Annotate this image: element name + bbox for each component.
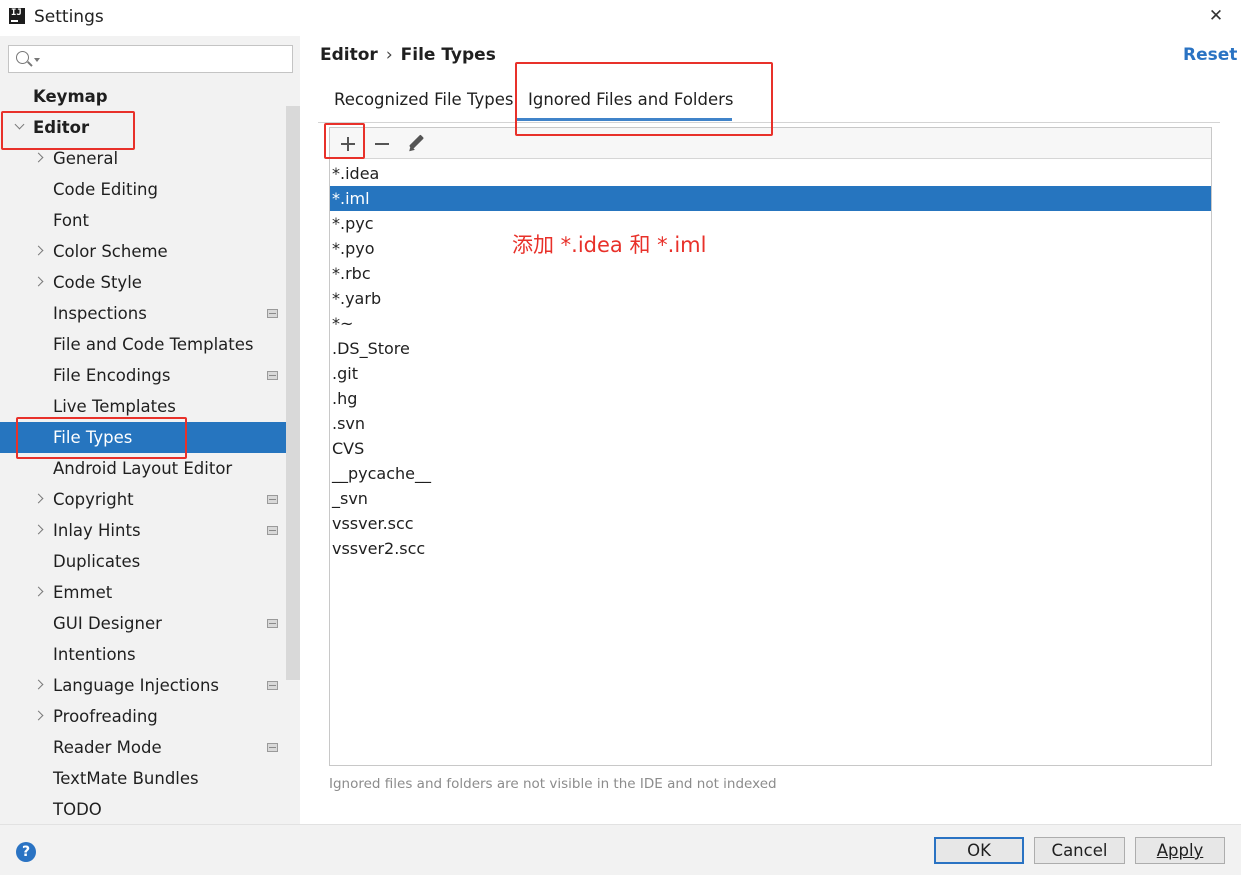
list-item[interactable]: CVS — [330, 436, 1211, 461]
sidebar-item-label: Code Style — [53, 273, 142, 292]
sidebar-item-inlay-hints[interactable]: Inlay Hints — [0, 515, 286, 546]
list-item[interactable]: .svn — [330, 411, 1211, 436]
sidebar-item-reader-mode[interactable]: Reader Mode — [0, 732, 286, 763]
dialog-footer: ? OK Cancel Apply — [0, 824, 1241, 875]
close-icon[interactable]: ✕ — [1204, 4, 1228, 28]
sidebar-item-language-injections[interactable]: Language Injections — [0, 670, 286, 701]
minus-icon[interactable] — [369, 131, 395, 157]
sidebar-item-intentions[interactable]: Intentions — [0, 639, 286, 670]
sidebar-item-label: Color Scheme — [53, 242, 168, 261]
sidebar-item-label: Inlay Hints — [53, 521, 141, 540]
highlight-box-add-button — [324, 123, 365, 159]
help-icon[interactable]: ? — [16, 842, 36, 862]
chevron-right-icon[interactable] — [33, 493, 44, 504]
sidebar-item-label: Inspections — [53, 304, 147, 323]
apply-button-label: Apply — [1156, 841, 1204, 860]
list-item[interactable]: _svn — [330, 486, 1211, 511]
sidebar-item-label: Intentions — [53, 645, 136, 664]
list-item[interactable]: .hg — [330, 386, 1211, 411]
list-item[interactable]: .DS_Store — [330, 336, 1211, 361]
sidebar-item-color-scheme[interactable]: Color Scheme — [0, 236, 286, 267]
ok-button[interactable]: OK — [934, 837, 1024, 864]
breadcrumb: Editor › File Types — [320, 45, 496, 65]
sidebar-item-label: Duplicates — [53, 552, 141, 571]
sidebar-item-label: Copyright — [53, 490, 134, 509]
list-item[interactable]: *~ — [330, 311, 1211, 336]
apply-button[interactable]: Apply — [1135, 837, 1225, 864]
pencil-icon[interactable] — [403, 131, 429, 157]
project-level-icon — [267, 743, 278, 752]
sidebar-item-label: Language Injections — [53, 676, 220, 695]
sidebar-item-label: TODO — [53, 800, 102, 819]
sidebar-item-file-and-code-templates[interactable]: File and Code Templates — [0, 329, 286, 360]
settings-search-input[interactable] — [8, 45, 293, 73]
list-item[interactable]: *.pyc — [330, 211, 1211, 236]
sidebar-item-duplicates[interactable]: Duplicates — [0, 546, 286, 577]
chevron-right-icon[interactable] — [33, 276, 44, 287]
list-item[interactable]: __pycache__ — [330, 461, 1211, 486]
highlight-box-ignored-tab — [515, 62, 773, 136]
sidebar-item-label: Proofreading — [53, 707, 158, 726]
sidebar-item-label: TextMate Bundles — [53, 769, 199, 788]
chevron-right-icon[interactable] — [33, 524, 44, 535]
highlight-box-editor — [1, 111, 135, 150]
sidebar-item-gui-designer[interactable]: GUI Designer — [0, 608, 286, 639]
tab-recognized-file-types[interactable]: Recognized File Types — [334, 90, 513, 109]
sidebar-item-label: Reader Mode — [53, 738, 162, 757]
sidebar-item-label: File and Code Templates — [53, 335, 254, 354]
sidebar-item-todo[interactable]: TODO — [0, 794, 286, 825]
project-level-icon — [267, 495, 278, 504]
search-icon — [16, 51, 29, 64]
sidebar-item-code-style[interactable]: Code Style — [0, 267, 286, 298]
sidebar-item-label: Emmet — [53, 583, 113, 602]
project-level-icon — [267, 526, 278, 535]
cancel-button[interactable]: Cancel — [1034, 837, 1125, 864]
list-item[interactable]: vssver.scc — [330, 511, 1211, 536]
intellij-app-icon: IJ — [9, 8, 25, 24]
list-item[interactable]: *.yarb — [330, 286, 1211, 311]
search-history-dropdown-icon[interactable] — [34, 58, 40, 62]
sidebar-item-label: GUI Designer — [53, 614, 162, 633]
list-item[interactable]: .git — [330, 361, 1211, 386]
title-bar: IJ Settings ✕ — [0, 0, 1241, 36]
sidebar-item-label: Code Editing — [53, 180, 158, 199]
window-title: Settings — [34, 7, 104, 27]
chevron-right-icon[interactable] — [33, 710, 44, 721]
ignored-files-panel: *.idea *.iml *.pyc *.pyo *.rbc *.yarb *~ .DS_St… — [329, 127, 1212, 766]
chevron-right-icon[interactable] — [33, 679, 44, 690]
sidebar-item-copyright[interactable]: Copyright — [0, 484, 286, 515]
sidebar-item-keymap[interactable]: Keymap — [0, 81, 286, 112]
sidebar-scrollbar[interactable] — [286, 106, 300, 680]
project-level-icon — [267, 371, 278, 380]
breadcrumb-editor: Editor — [320, 45, 378, 65]
sidebar-item-textmate-bundles[interactable]: TextMate Bundles — [0, 763, 286, 794]
sidebar-item-emmet[interactable]: Emmet — [0, 577, 286, 608]
chevron-right-icon[interactable] — [33, 152, 44, 163]
annotation-text: 添加 *.idea 和 *.iml — [512, 233, 707, 257]
project-level-icon — [267, 619, 278, 628]
sidebar-item-label: Keymap — [33, 87, 108, 106]
sidebar-item-code-editing[interactable]: Code Editing — [0, 174, 286, 205]
chevron-right-icon[interactable] — [33, 245, 44, 256]
chevron-right-icon[interactable] — [33, 586, 44, 597]
breadcrumb-file-types: File Types — [400, 45, 496, 65]
reset-link[interactable]: Reset — [1183, 45, 1237, 65]
sidebar-item-proofreading[interactable]: Proofreading — [0, 701, 286, 732]
list-item[interactable]: *.rbc — [330, 261, 1211, 286]
ignored-files-hint: Ignored files and folders are not visibl… — [329, 776, 777, 792]
sidebar-item-font[interactable]: Font — [0, 205, 286, 236]
sidebar-item-label: Font — [53, 211, 89, 230]
list-item[interactable]: vssver2.scc — [330, 536, 1211, 561]
list-item[interactable]: *.iml — [330, 186, 1211, 211]
breadcrumb-separator: › — [385, 45, 393, 65]
sidebar-item-inspections[interactable]: Inspections — [0, 298, 286, 329]
sidebar-item-file-encodings[interactable]: File Encodings — [0, 360, 286, 391]
highlight-box-file-types — [16, 417, 187, 459]
project-level-icon — [267, 681, 278, 690]
sidebar-item-label: File Encodings — [53, 366, 171, 385]
list-item[interactable]: *.pyo — [330, 236, 1211, 261]
project-level-icon — [267, 309, 278, 318]
list-item[interactable]: *.idea — [330, 161, 1211, 186]
